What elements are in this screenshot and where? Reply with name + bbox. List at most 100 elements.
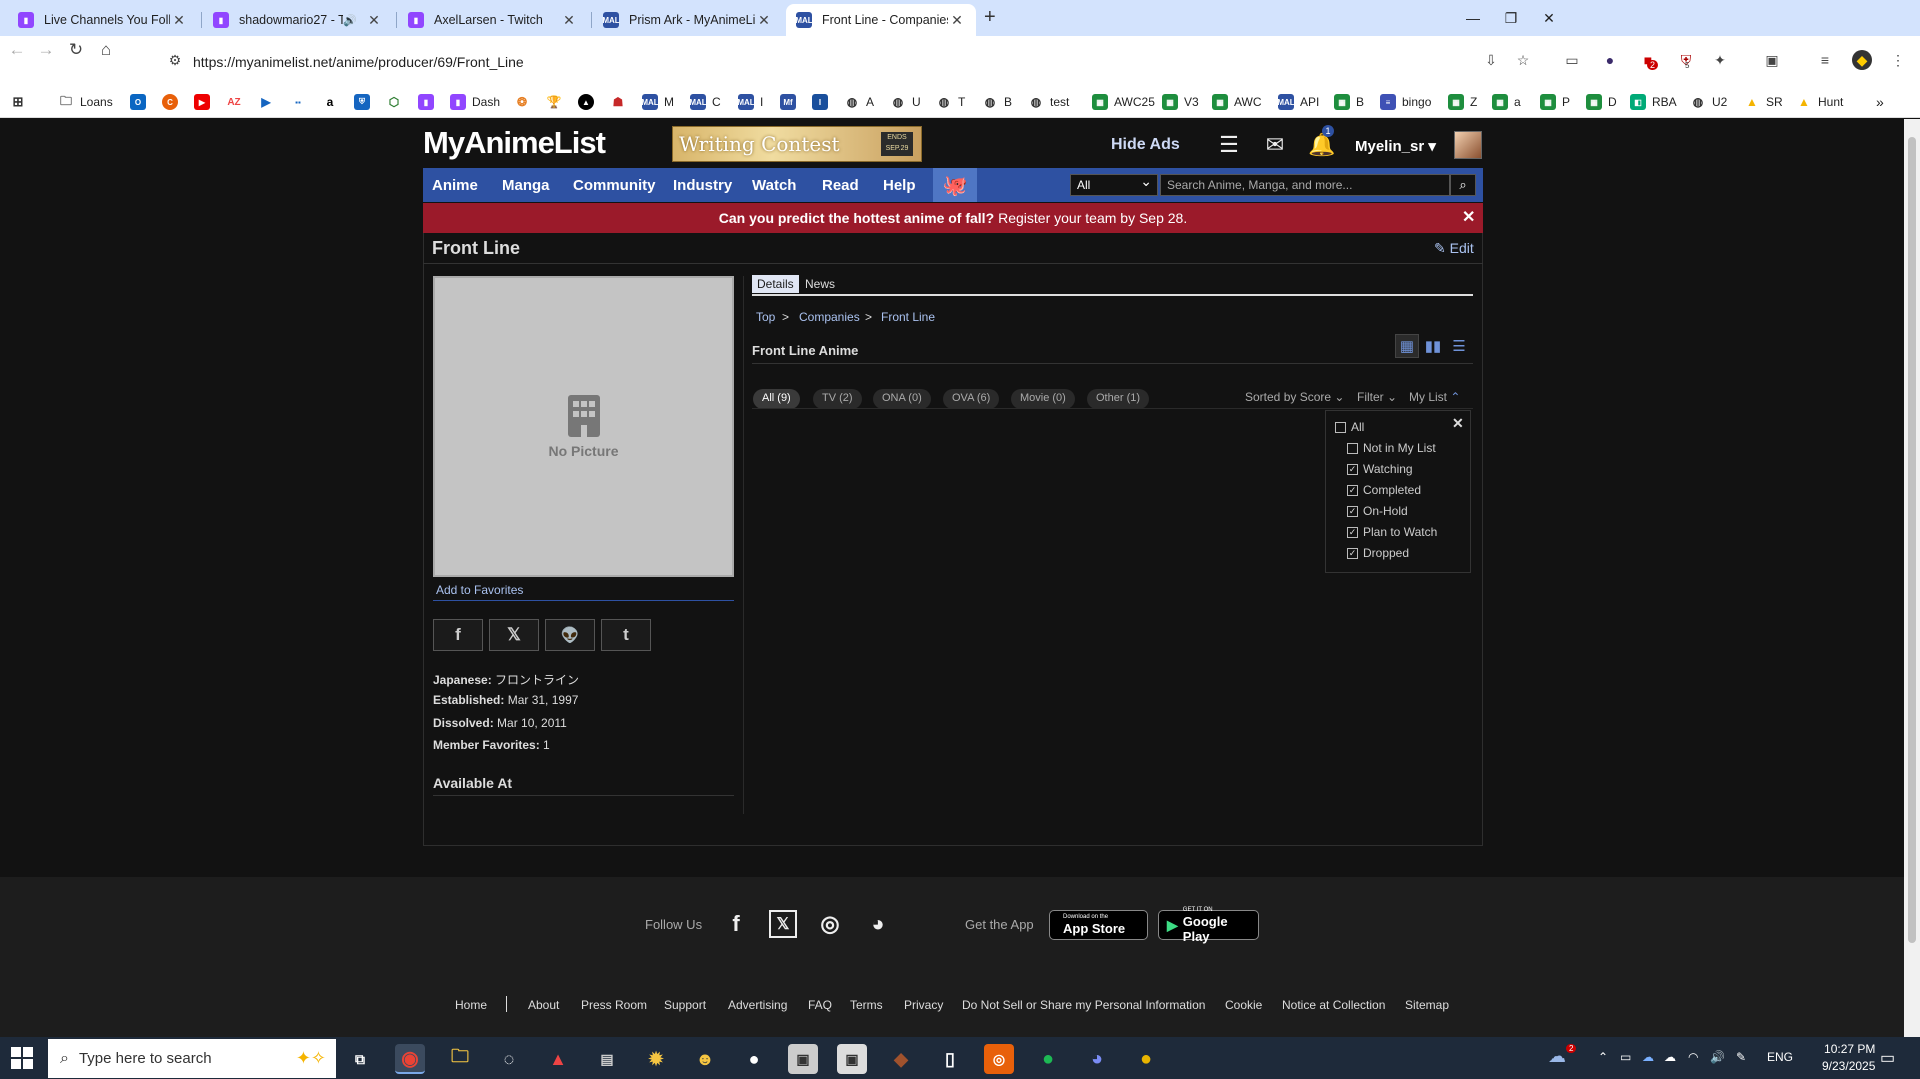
bookmark-item[interactable]: ▦ AWC25 [1092, 91, 1155, 113]
footer-link-faq[interactable]: FAQ [808, 998, 832, 1012]
install-app-icon[interactable]: ⇩ [1481, 50, 1501, 70]
breadcrumb-companies[interactable]: Companies [799, 310, 860, 324]
tumblr-share-icon[interactable]: t [601, 619, 651, 651]
taskbar-search-input[interactable]: ⌕ Type here to search ✦✧ [48, 1039, 336, 1078]
mail-icon[interactable]: ✉ [1262, 132, 1288, 157]
browser-tab[interactable]: ▮ shadowmario27 - Twitch 🔊 ✕ [203, 4, 393, 36]
side-panel-icon[interactable]: ▣ [1762, 50, 1782, 70]
bookmark-item[interactable]: a [322, 91, 344, 113]
breadcrumb-front-line[interactable]: Front Line [881, 310, 935, 324]
bookmark-item[interactable]: ▮ [418, 91, 440, 113]
discord-taskbar-icon[interactable]: ◕ [1082, 1044, 1112, 1074]
bookmark-item[interactable]: ≡ bingo [1380, 91, 1431, 113]
bookmark-item[interactable]: ◧ RBA [1630, 91, 1677, 113]
close-tab-icon[interactable]: ✕ [365, 12, 383, 29]
bookmark-item[interactable]: ◍ test [1028, 91, 1069, 113]
checkbox-checked[interactable]: ✓ [1347, 505, 1358, 517]
bookmark-item[interactable]: 🏆 [546, 91, 568, 113]
home-icon[interactable]: ⌂ [92, 36, 120, 64]
tab-news[interactable]: News [800, 275, 840, 293]
browser-tab[interactable]: MAL Prism Ark - MyAnimeList.net ✕ [593, 4, 783, 36]
footer-link-cookie[interactable]: Cookie [1225, 998, 1262, 1012]
taskbar-app-icon[interactable]: ◌ [494, 1044, 524, 1074]
nav-read[interactable]: Read [822, 177, 859, 194]
status-checkbox-completed[interactable]: ✓ Completed [1347, 483, 1421, 497]
bookmark-item[interactable]: ⛨ [354, 91, 376, 113]
status-checkbox-not-in-list[interactable]: Not in My List [1347, 441, 1436, 455]
footer-link-sitemap[interactable]: Sitemap [1405, 998, 1449, 1012]
search-icon[interactable]: ⌕ [1450, 174, 1476, 196]
nav-manga[interactable]: Manga [502, 177, 550, 194]
announcement-bar[interactable]: Can you predict the hottest anime of fal… [423, 203, 1483, 233]
chrome-menu-icon[interactable]: ⋮ [1888, 50, 1908, 70]
new-tab-button[interactable]: + [984, 6, 996, 29]
facebook-icon[interactable]: f [722, 910, 750, 938]
filter-tv[interactable]: TV (2) [813, 389, 862, 409]
status-checkbox-watching[interactable]: ✓ Watching [1347, 462, 1413, 476]
add-to-favorites-link[interactable]: Add to Favorites [436, 583, 523, 597]
browser-tab-active[interactable]: MAL Front Line - Companies - MyAnimeList… [786, 4, 976, 36]
taskbar-app-icon[interactable]: ◆ [886, 1044, 916, 1074]
notification-center-icon[interactable]: ▭ [1880, 1048, 1895, 1068]
close-tab-icon[interactable]: ✕ [560, 12, 578, 29]
bookmark-folder[interactable]: 🗀 Loans [58, 91, 113, 113]
mascot-icon[interactable]: 🐙 [933, 168, 977, 202]
bookmark-item[interactable]: ▦ AWC [1212, 91, 1262, 113]
browser-tab[interactable]: ▮ Live Channels You Follow - Twitch ✕ [8, 4, 198, 36]
spotify-icon[interactable]: ● [1033, 1044, 1063, 1074]
bookmark-item[interactable]: O [130, 91, 152, 113]
nav-watch[interactable]: Watch [752, 177, 796, 194]
checkbox[interactable] [1335, 421, 1346, 433]
site-logo[interactable]: MyAnimeList [423, 125, 606, 161]
writing-contest-banner[interactable]: Writing Contest ENDS SEP.29 [672, 126, 922, 162]
close-tab-icon[interactable]: ✕ [948, 12, 966, 29]
footer-link-home[interactable]: Home [455, 998, 487, 1012]
my-list-dropdown[interactable]: My List ⌃ [1409, 390, 1460, 404]
browser-tab[interactable]: ▮ AxelLarsen - Twitch ✕ [398, 4, 588, 36]
checkbox-checked[interactable]: ✓ [1347, 526, 1358, 538]
checkbox[interactable] [1347, 442, 1358, 454]
bookmark-item[interactable]: ▶ [194, 91, 216, 113]
bookmark-item[interactable]: ▲ Hunt [1796, 91, 1843, 113]
close-tab-icon[interactable]: ✕ [755, 12, 773, 29]
bookmark-item[interactable]: ▶ [258, 91, 280, 113]
extension-icon[interactable]: ● [1600, 50, 1620, 70]
pen-icon[interactable]: ✎ [1736, 1050, 1746, 1064]
breadcrumb-top[interactable]: Top [756, 310, 775, 324]
bookmark-item[interactable]: Mf [780, 91, 802, 113]
file-explorer-icon[interactable]: 🗀 [445, 1044, 475, 1074]
bookmark-item[interactable]: ❂ [514, 91, 536, 113]
footer-link-advertising[interactable]: Advertising [728, 998, 787, 1012]
filter-ova[interactable]: OVA (6) [943, 389, 1000, 409]
status-checkbox-plan-to-watch[interactable]: ✓ Plan to Watch [1347, 525, 1437, 539]
filter-other[interactable]: Other (1) [1087, 389, 1150, 409]
bookmark-star-icon[interactable]: ☆ [1513, 50, 1533, 70]
url-text[interactable]: https://myanimelist.net/anime/producer/6… [193, 54, 524, 70]
bookmark-item[interactable]: ▦ a [1492, 91, 1521, 113]
more-bookmarks-icon[interactable]: » [1876, 91, 1884, 113]
footer-link-notice-at-collection[interactable]: Notice at Collection [1282, 998, 1385, 1012]
taskbar-app-icon[interactable]: ▲ [543, 1044, 573, 1074]
bookmark-item[interactable]: ◍ T [936, 91, 965, 113]
bookmark-item[interactable]: ▮ Dash [450, 91, 500, 113]
checkbox-checked[interactable]: ✓ [1347, 484, 1358, 496]
google-play-badge[interactable]: ▶ GET IT ON Google Play [1158, 907, 1259, 944]
apps-grid-icon[interactable]: ⊞ [10, 91, 32, 113]
bookmark-item[interactable]: MAL M [641, 91, 674, 113]
bookmark-item[interactable]: ☗ [610, 91, 632, 113]
bookmark-item[interactable]: ▲ [578, 91, 600, 113]
hide-ads-link[interactable]: Hide Ads [1111, 136, 1180, 154]
filter-all[interactable]: All (9) [753, 389, 800, 409]
avatar[interactable] [1454, 131, 1482, 159]
close-icon[interactable]: ✕ [1462, 207, 1475, 227]
onedrive-icon[interactable]: ☁ [1664, 1050, 1676, 1064]
bookmark-item[interactable]: MAL API [1277, 91, 1319, 113]
site-info-icon[interactable]: ⚙ [165, 50, 185, 70]
task-view-icon[interactable]: ⧉ [345, 1044, 375, 1074]
checkbox-checked[interactable]: ✓ [1347, 547, 1358, 559]
instagram-icon[interactable]: ◎ [816, 910, 844, 938]
wifi-icon[interactable]: ◠ [1688, 1050, 1698, 1064]
close-icon[interactable]: ✕ [1452, 415, 1464, 432]
bookmark-item[interactable]: ◍ B [982, 91, 1012, 113]
bookmark-item[interactable]: ▪▪ [290, 91, 312, 113]
